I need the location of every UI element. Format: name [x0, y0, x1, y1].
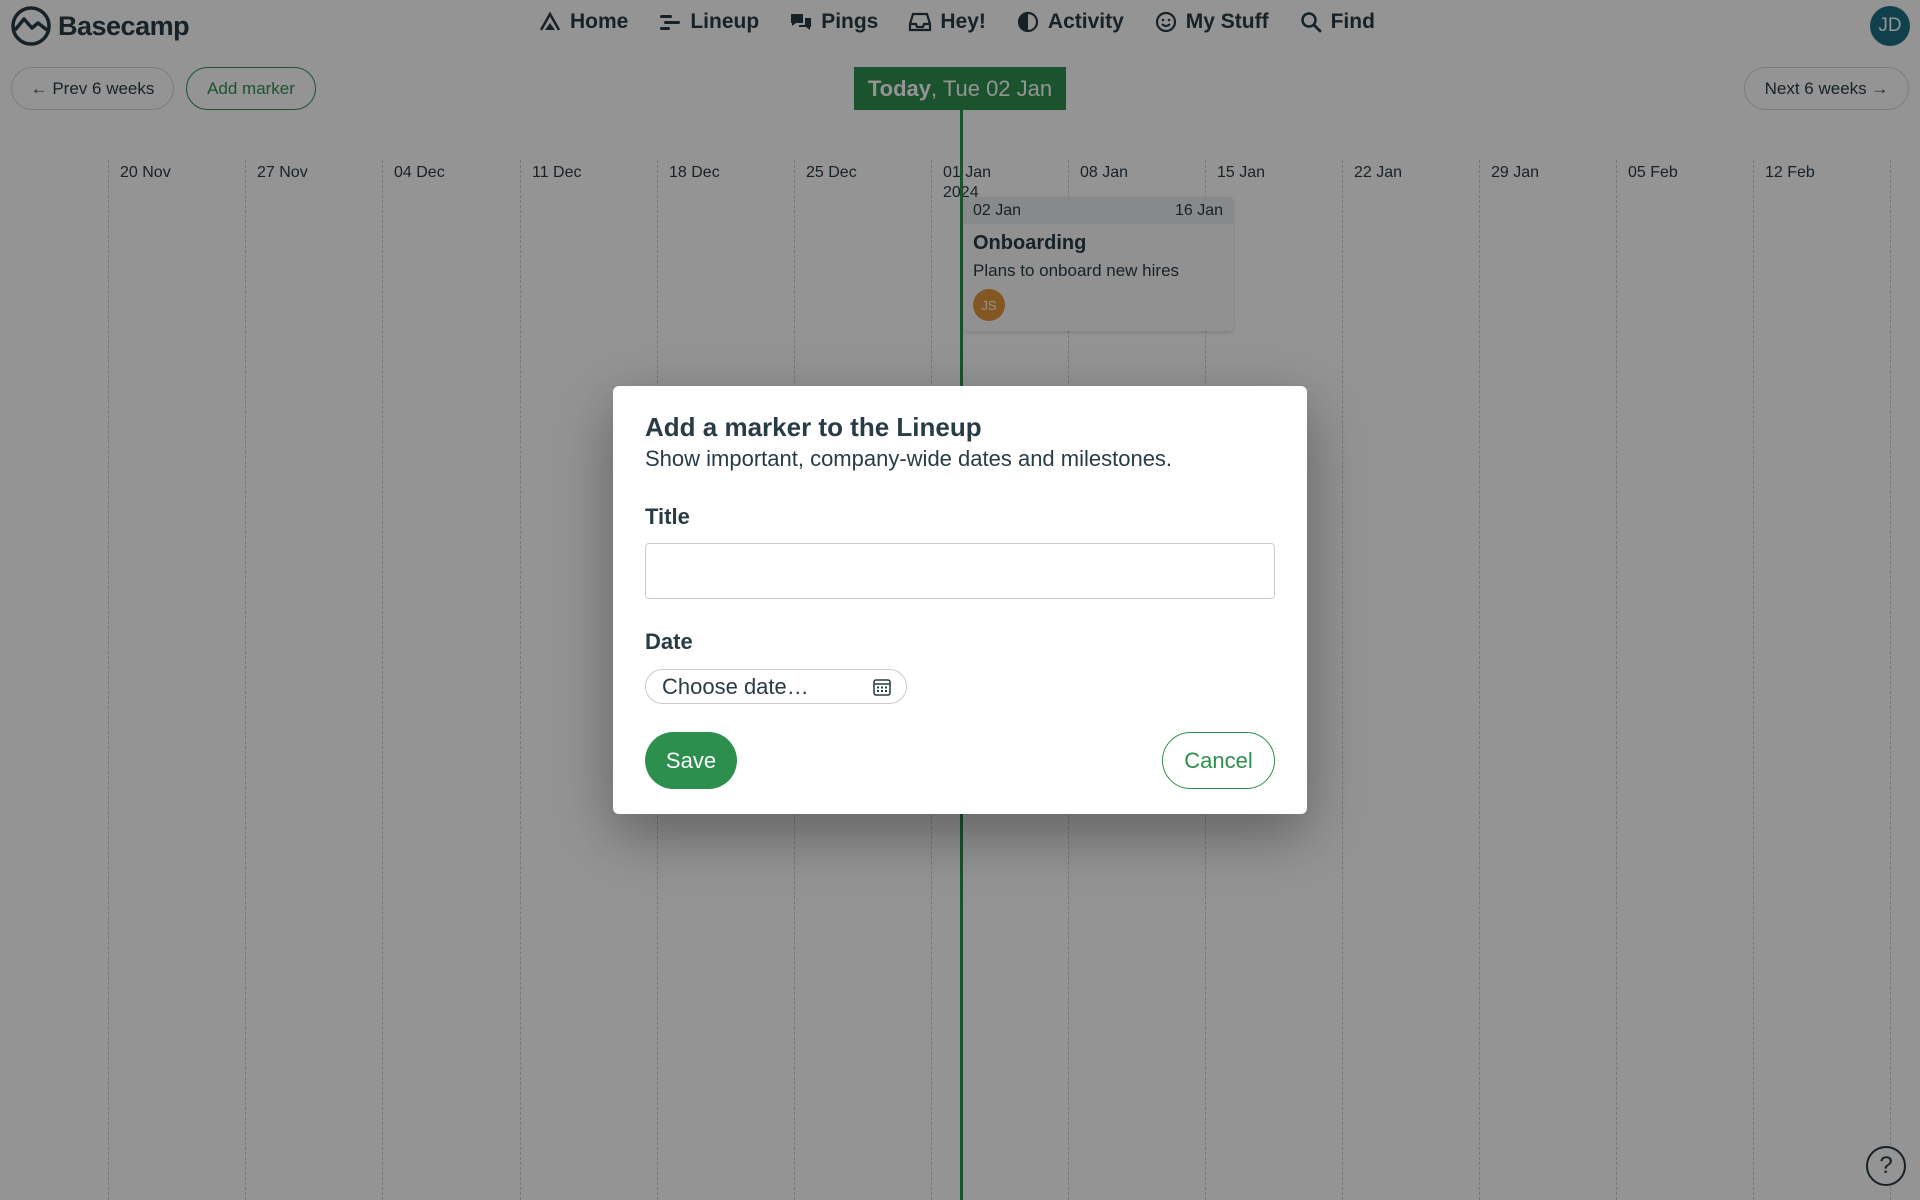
add-marker-dialog: Add a marker to the Lineup Show importan…: [613, 386, 1307, 814]
date-placeholder: Choose date…: [662, 673, 809, 699]
cancel-button[interactable]: Cancel: [1162, 732, 1275, 789]
save-button[interactable]: Save: [645, 732, 737, 789]
dialog-title: Add a marker to the Lineup: [645, 412, 982, 442]
title-field-label: Title: [645, 504, 690, 529]
title-input[interactable]: [645, 543, 1275, 599]
date-picker-input[interactable]: Choose date…: [645, 669, 907, 704]
date-field-label: Date: [645, 629, 693, 654]
dialog-subtitle: Show important, company-wide dates and m…: [645, 446, 1173, 471]
calendar-icon: [873, 678, 891, 696]
